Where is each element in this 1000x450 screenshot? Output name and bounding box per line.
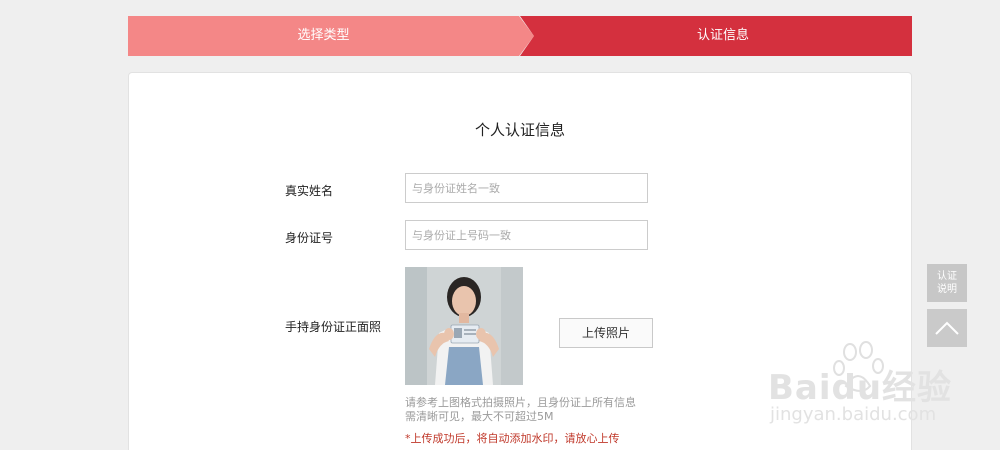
id-photo-label: 手持身份证正面照 [285,320,382,334]
auth-help-label-1: 认证 [937,271,957,282]
form-title: 个人认证信息 [474,121,565,139]
photo-hint-line-2: 需清晰可见，最大不可超过5M [405,410,554,423]
step-select-type-label: 选择类型 [297,28,350,43]
id-number-label: 身份证号 [285,231,334,245]
real-name-input[interactable] [405,173,648,203]
auth-help-button[interactable]: 认证 说明 [927,264,967,302]
watermark-url: jingyan.baidu.com [770,404,937,425]
upload-photo-button[interactable]: 上传照片 [559,318,653,348]
real-name-label: 真实姓名 [285,184,334,198]
watermark-brand: Baidu经验 [768,368,953,408]
step-auth-info-label: 认证信息 [696,28,749,43]
step-select-type: 选择类型 [128,16,534,56]
sample-photo-illustration [405,267,523,385]
id-number-input[interactable] [405,220,648,250]
auth-help-label-2: 说明 [937,284,957,295]
sample-id-photo [405,267,523,385]
step-auth-info: 认证信息 [520,16,912,56]
photo-hint-line-1: 请参考上图格式拍摄照片，且身份证上所有信息 [405,396,636,409]
baidu-jingyan-watermark: Baidu经验 jingyan.baidu.com [766,340,966,435]
progress-steps: 选择类型 认证信息 [128,16,912,56]
watermark-warning: *上传成功后，将自动添加水印，请放心上传 [405,432,620,445]
